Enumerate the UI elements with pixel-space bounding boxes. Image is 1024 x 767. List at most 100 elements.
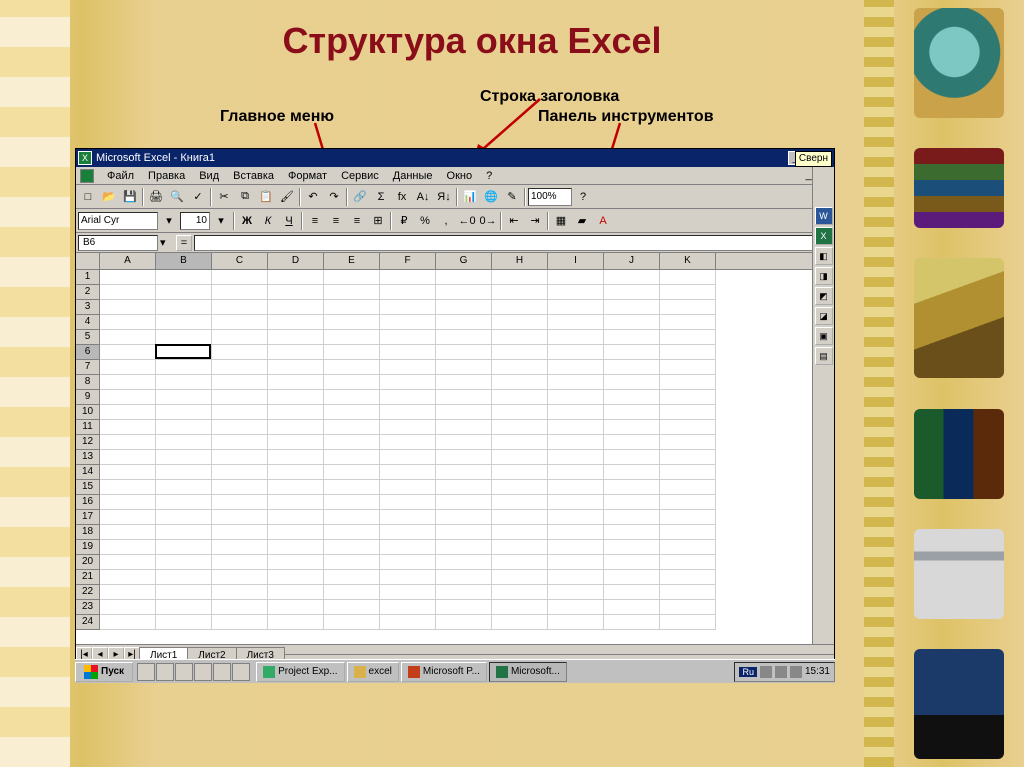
cell-E4[interactable] — [324, 315, 380, 330]
cell-D19[interactable] — [268, 540, 324, 555]
ql-icon-3[interactable] — [175, 663, 193, 681]
cell-D3[interactable] — [268, 300, 324, 315]
col-header-B[interactable]: B — [156, 253, 212, 269]
cell-H6[interactable] — [492, 345, 548, 360]
cell-J1[interactable] — [604, 270, 660, 285]
row-header-24[interactable]: 24 — [76, 615, 100, 630]
cell-G24[interactable] — [436, 615, 492, 630]
cell-A20[interactable] — [100, 555, 156, 570]
task-project[interactable]: Project Exp... — [256, 662, 344, 682]
cell-C9[interactable] — [212, 390, 268, 405]
cell-J2[interactable] — [604, 285, 660, 300]
row-header-2[interactable]: 2 — [76, 285, 100, 300]
menu-file[interactable]: Файл — [102, 169, 139, 183]
cell-G22[interactable] — [436, 585, 492, 600]
undo-icon[interactable]: ↶ — [303, 187, 323, 207]
row-header-5[interactable]: 5 — [76, 330, 100, 345]
cell-H18[interactable] — [492, 525, 548, 540]
cell-K8[interactable] — [660, 375, 716, 390]
cell-E21[interactable] — [324, 570, 380, 585]
cell-K23[interactable] — [660, 600, 716, 615]
cell-B11[interactable] — [156, 420, 212, 435]
cell-I9[interactable] — [548, 390, 604, 405]
tray-icon-2[interactable] — [775, 666, 787, 678]
cell-J4[interactable] — [604, 315, 660, 330]
cell-G16[interactable] — [436, 495, 492, 510]
cell-A11[interactable] — [100, 420, 156, 435]
cell-F15[interactable] — [380, 480, 436, 495]
cell-H7[interactable] — [492, 360, 548, 375]
italic-button[interactable]: К — [258, 211, 278, 231]
cell-A8[interactable] — [100, 375, 156, 390]
cell-I7[interactable] — [548, 360, 604, 375]
cell-E19[interactable] — [324, 540, 380, 555]
cell-F2[interactable] — [380, 285, 436, 300]
cell-B2[interactable] — [156, 285, 212, 300]
cell-K14[interactable] — [660, 465, 716, 480]
cell-B8[interactable] — [156, 375, 212, 390]
cell-J23[interactable] — [604, 600, 660, 615]
cell-E3[interactable] — [324, 300, 380, 315]
cell-A17[interactable] — [100, 510, 156, 525]
cell-J3[interactable] — [604, 300, 660, 315]
cell-F6[interactable] — [380, 345, 436, 360]
cell-A14[interactable] — [100, 465, 156, 480]
row-header-19[interactable]: 19 — [76, 540, 100, 555]
save-icon[interactable]: 💾 — [120, 187, 140, 207]
cell-E5[interactable] — [324, 330, 380, 345]
cell-A3[interactable] — [100, 300, 156, 315]
menu-format[interactable]: Формат — [283, 169, 332, 183]
col-header-J[interactable]: J — [604, 253, 660, 269]
cell-H8[interactable] — [492, 375, 548, 390]
cell-H3[interactable] — [492, 300, 548, 315]
cell-I11[interactable] — [548, 420, 604, 435]
ql-icon-5[interactable] — [213, 663, 231, 681]
cell-D22[interactable] — [268, 585, 324, 600]
formula-input[interactable] — [194, 235, 832, 251]
name-dropdown-icon[interactable]: ▾ — [160, 236, 174, 250]
doc-minimize-button[interactable]: _ — [806, 169, 812, 182]
cell-G8[interactable] — [436, 375, 492, 390]
col-header-G[interactable]: G — [436, 253, 492, 269]
tray-icon-3[interactable] — [790, 666, 802, 678]
menu-window[interactable]: Окно — [442, 169, 478, 183]
cell-B13[interactable] — [156, 450, 212, 465]
merge-cells-icon[interactable]: ⊞ — [368, 211, 388, 231]
ql-icon-4[interactable] — [194, 663, 212, 681]
cell-C18[interactable] — [212, 525, 268, 540]
cell-I14[interactable] — [548, 465, 604, 480]
cell-E18[interactable] — [324, 525, 380, 540]
cell-A4[interactable] — [100, 315, 156, 330]
cell-G10[interactable] — [436, 405, 492, 420]
cell-J16[interactable] — [604, 495, 660, 510]
cell-C22[interactable] — [212, 585, 268, 600]
menu-tools[interactable]: Сервис — [336, 169, 384, 183]
comma-icon[interactable]: , — [436, 211, 456, 231]
cell-E13[interactable] — [324, 450, 380, 465]
formula-equals-button[interactable]: = — [176, 235, 192, 251]
cell-H16[interactable] — [492, 495, 548, 510]
cell-I15[interactable] — [548, 480, 604, 495]
align-right-icon[interactable]: ≡ — [347, 211, 367, 231]
map-icon[interactable]: 🌐 — [481, 187, 501, 207]
cell-E8[interactable] — [324, 375, 380, 390]
cell-F20[interactable] — [380, 555, 436, 570]
cell-D13[interactable] — [268, 450, 324, 465]
cell-C1[interactable] — [212, 270, 268, 285]
cell-G6[interactable] — [436, 345, 492, 360]
cell-A15[interactable] — [100, 480, 156, 495]
cell-K20[interactable] — [660, 555, 716, 570]
cell-K12[interactable] — [660, 435, 716, 450]
font-select[interactable]: Arial Cyr — [78, 212, 158, 230]
cell-K3[interactable] — [660, 300, 716, 315]
cell-A1[interactable] — [100, 270, 156, 285]
cell-A18[interactable] — [100, 525, 156, 540]
cell-K22[interactable] — [660, 585, 716, 600]
cell-H1[interactable] — [492, 270, 548, 285]
cell-J22[interactable] — [604, 585, 660, 600]
cell-E6[interactable] — [324, 345, 380, 360]
cell-C2[interactable] — [212, 285, 268, 300]
col-header-A[interactable]: A — [100, 253, 156, 269]
cell-H13[interactable] — [492, 450, 548, 465]
cell-A6[interactable] — [100, 345, 156, 360]
